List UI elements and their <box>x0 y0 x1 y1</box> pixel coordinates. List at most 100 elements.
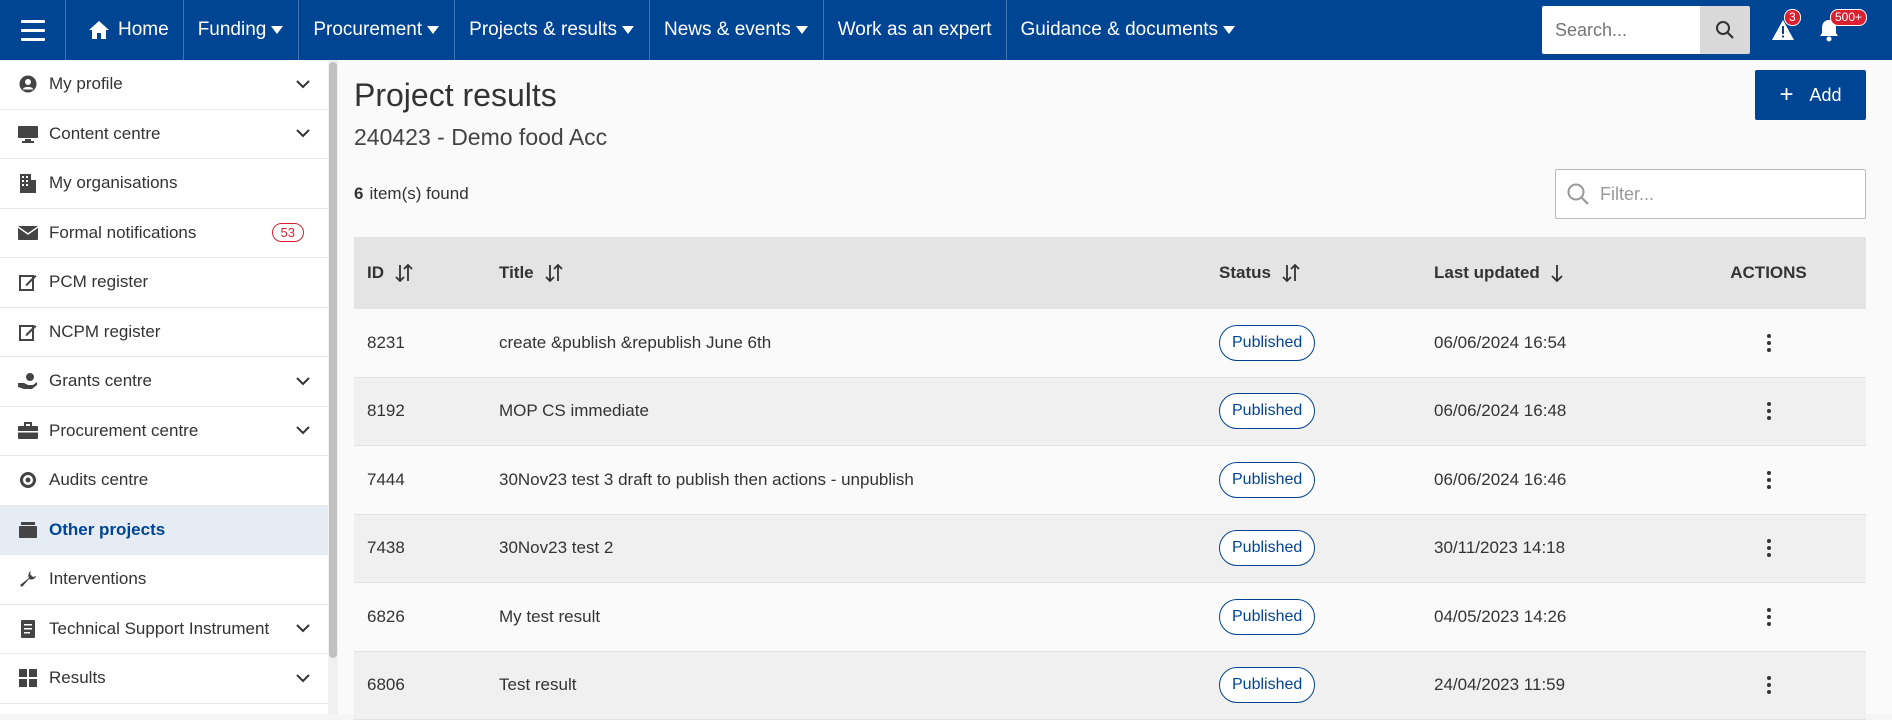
sidebar-item-grants-centre[interactable]: Grants centre <box>0 357 328 407</box>
hand-coins-icon <box>18 371 38 391</box>
cell-last-updated: 24/04/2023 11:59 <box>1421 675 1671 695</box>
results-table: ID Title Status Last updated ACTIONS 823… <box>354 237 1866 720</box>
more-actions-icon[interactable] <box>1767 401 1771 422</box>
monitor-icon <box>18 124 38 144</box>
add-button[interactable]: + Add <box>1755 70 1866 120</box>
nav-procurement-label: Procurement <box>313 19 422 41</box>
edit-icon <box>18 322 38 342</box>
nav-funding[interactable]: Funding <box>184 0 300 60</box>
cell-title[interactable]: create &publish &republish June 6th <box>486 333 1206 353</box>
briefcase-icon <box>18 421 38 441</box>
sidebar-item-my-organisations[interactable]: My organisations <box>0 159 328 209</box>
column-header-title[interactable]: Title <box>486 263 1206 283</box>
menu-toggle-button[interactable] <box>0 0 66 60</box>
sidebar-item-interventions[interactable]: Interventions <box>0 555 328 605</box>
top-navigation: Home Funding Procurement Projects & resu… <box>0 0 1892 60</box>
folder-stack-icon <box>18 520 38 540</box>
table-row[interactable]: 6806 Test result Published 24/04/2023 11… <box>354 652 1866 720</box>
sidebar-scrollbar[interactable] <box>328 60 338 714</box>
cell-title[interactable]: 30Nov23 test 3 draft to publish then act… <box>486 470 1206 490</box>
page-title: Project results <box>354 77 557 114</box>
nav-projects-results-label: Projects & results <box>469 19 617 41</box>
sidebar-item-content-centre[interactable]: Content centre <box>0 110 328 160</box>
chevron-down-icon <box>296 426 310 435</box>
sidebar-item-formal-notifications[interactable]: Formal notifications 53 <box>0 209 328 259</box>
nav-work-as-expert[interactable]: Work as an expert <box>824 0 1007 60</box>
sidebar-item-ncpm-register[interactable]: NCPM register <box>0 308 328 358</box>
cell-id: 8231 <box>354 333 486 353</box>
sidebar-scrollbar-thumb[interactable] <box>329 62 337 658</box>
sidebar-item-procurement-centre[interactable]: Procurement centre <box>0 407 328 457</box>
cell-title[interactable]: My test result <box>486 607 1206 627</box>
cell-id: 7438 <box>354 538 486 558</box>
alerts-count-badge: 3 <box>1784 9 1801 26</box>
table-row[interactable]: 7444 30Nov23 test 3 draft to publish the… <box>354 446 1866 515</box>
cell-title[interactable]: 30Nov23 test 2 <box>486 538 1206 558</box>
sidebar-item-pcm-register[interactable]: PCM register <box>0 258 328 308</box>
cell-id: 6806 <box>354 675 486 695</box>
results-count-number: 6 <box>354 184 363 203</box>
cell-title[interactable]: MOP CS immediate <box>486 401 1206 421</box>
nav-news-events-label: News & events <box>664 19 791 41</box>
nav-projects-results[interactable]: Projects & results <box>455 0 650 60</box>
table-row[interactable]: 8231 create &publish &republish June 6th… <box>354 309 1866 378</box>
global-search-input[interactable] <box>1542 6 1700 54</box>
table-row[interactable]: 6826 My test result Published 04/05/2023… <box>354 583 1866 652</box>
column-header-label: Status <box>1219 263 1271 283</box>
cell-last-updated: 06/06/2024 16:48 <box>1421 401 1671 421</box>
sidebar-item-label: NCPM register <box>49 322 328 342</box>
more-actions-icon[interactable] <box>1767 606 1771 627</box>
status-badge: Published <box>1219 462 1315 498</box>
search-button[interactable] <box>1700 6 1750 54</box>
notifications-button[interactable]: 500+ <box>1806 0 1852 60</box>
cell-title[interactable]: Test result <box>486 675 1206 695</box>
sort-icon <box>394 264 414 282</box>
more-actions-icon[interactable] <box>1767 332 1771 353</box>
column-header-status[interactable]: Status <box>1206 263 1421 283</box>
cell-last-updated: 06/06/2024 16:54 <box>1421 333 1671 353</box>
filter-placeholder: Filter... <box>1600 184 1654 205</box>
nav-news-events[interactable]: News & events <box>650 0 824 60</box>
sidebar: My profile Content centre My organisatio… <box>0 60 328 714</box>
filter-input[interactable]: Filter... <box>1555 169 1866 219</box>
sidebar-item-audits-centre[interactable]: Audits centre <box>0 456 328 506</box>
sidebar-item-other-projects[interactable]: Other projects <box>0 506 328 556</box>
more-actions-icon[interactable] <box>1767 469 1771 490</box>
home-icon <box>88 20 110 40</box>
sidebar-item-results[interactable]: Results <box>0 654 328 704</box>
alerts-button[interactable]: 3 <box>1760 0 1806 60</box>
sort-icon <box>544 264 564 282</box>
nav-guidance-documents-label: Guidance & documents <box>1021 19 1219 41</box>
chevron-down-icon <box>296 624 310 633</box>
edit-icon <box>18 272 38 292</box>
nav-home[interactable]: Home <box>66 0 184 60</box>
results-count-text: item(s) found <box>369 184 468 203</box>
column-header-label: Title <box>499 263 534 283</box>
wrench-icon <box>18 569 38 589</box>
table-row[interactable]: 8192 MOP CS immediate Published 06/06/20… <box>354 378 1866 447</box>
chevron-down-icon <box>296 129 310 138</box>
global-search <box>1542 6 1750 54</box>
sidebar-item-my-profile[interactable]: My profile <box>0 60 328 110</box>
search-icon <box>1566 182 1590 206</box>
sidebar-item-technical-support-instrument[interactable]: Technical Support Instrument <box>0 605 328 655</box>
column-header-label: Last updated <box>1434 263 1540 283</box>
table-header: ID Title Status Last updated ACTIONS <box>354 237 1866 309</box>
sidebar-item-label: Grants centre <box>49 371 296 391</box>
document-icon <box>18 619 38 639</box>
results-count: 6 item(s) found <box>354 184 469 204</box>
sidebar-item-label: Procurement centre <box>49 421 296 441</box>
sidebar-item-label: Formal notifications <box>49 223 272 243</box>
table-row[interactable]: 7438 30Nov23 test 2 Published 30/11/2023… <box>354 515 1866 584</box>
column-header-label: ID <box>367 263 384 283</box>
column-header-id[interactable]: ID <box>354 263 486 283</box>
target-icon <box>18 470 38 490</box>
nav-procurement[interactable]: Procurement <box>299 0 455 60</box>
nav-guidance-documents[interactable]: Guidance & documents <box>1007 0 1251 60</box>
caret-down-icon <box>621 25 635 35</box>
more-actions-icon[interactable] <box>1767 675 1771 696</box>
more-actions-icon[interactable] <box>1767 538 1771 559</box>
sort-icon <box>1281 264 1301 282</box>
sidebar-item-label: PCM register <box>49 272 328 292</box>
column-header-last-updated[interactable]: Last updated <box>1421 263 1671 283</box>
